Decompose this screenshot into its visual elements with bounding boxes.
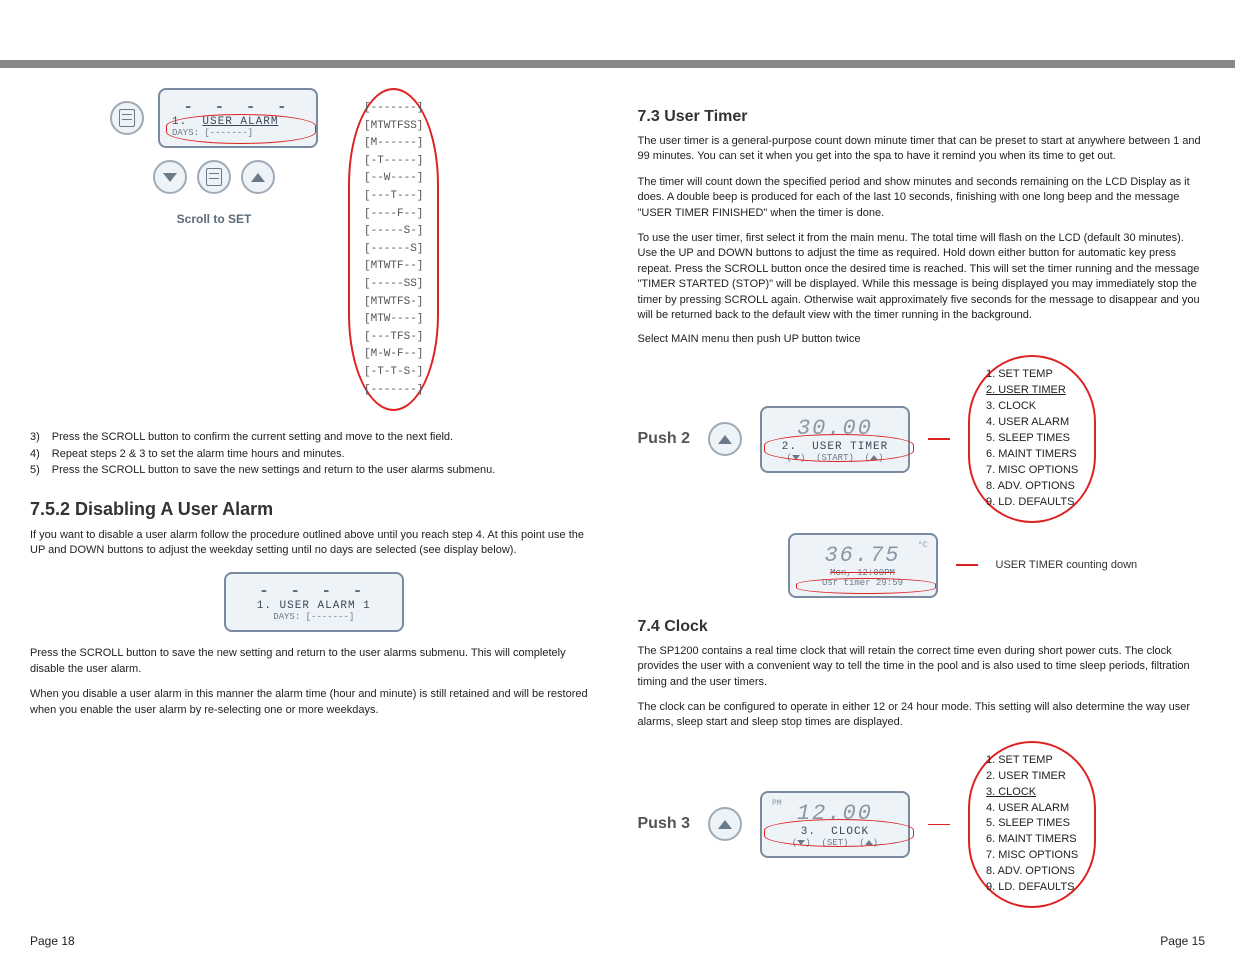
left-column: - - - - 1. USER ALARM DAYS: [-------] Sc… [30, 88, 598, 918]
para-73c: To use the user timer, first select it f… [638, 231, 1206, 323]
day-option: [-------] [364, 100, 423, 118]
chevron-up-icon [718, 435, 732, 444]
page-left: Page 18 [30, 934, 75, 948]
heading-74: 7.4 Clock [638, 618, 1206, 636]
para-74b: The clock can be configured to operate i… [638, 700, 1206, 731]
menu-item: 1. SET TEMP [986, 753, 1078, 769]
menu-item: 2. USER TIMER [986, 383, 1078, 399]
step-num: 3) [30, 429, 40, 446]
step-row: 5) Press the SCROLL button to save the ne… [30, 462, 598, 479]
lcd-disable-alarm: - - - - 1. USER ALARM 1 DAYS: [-------] [224, 572, 404, 632]
day-option: [-----SS] [364, 276, 423, 294]
temp-digits: 36.75 [802, 543, 924, 568]
heading-73: 7.3 User Timer [638, 108, 1206, 126]
day-option: [---T---] [364, 188, 423, 206]
chevron-up-icon [251, 173, 265, 182]
pm-label: PM [772, 799, 782, 808]
chevron-down-icon [163, 173, 177, 182]
para-73b: The timer will count down the specified … [638, 175, 1206, 221]
menu-item: 8. ADV. OPTIONS [986, 864, 1078, 880]
page-right: Page 15 [1160, 934, 1205, 948]
menu-item: 7. MISC OPTIONS [986, 463, 1078, 479]
day-option: [MTWTFS-] [364, 294, 423, 312]
lcd-user-alarm: - - - - 1. USER ALARM DAYS: [-------] [158, 88, 318, 148]
chevron-up-icon [718, 820, 732, 829]
page-footer: Page 18 Page 15 [0, 928, 1235, 966]
menu-item: 3. CLOCK [986, 399, 1078, 415]
para-74a: The SP1200 contains a real time clock th… [638, 644, 1206, 690]
menu-item: 5. SLEEP TIMES [986, 816, 1078, 832]
menu-item: 6. MAINT TIMERS [986, 447, 1078, 463]
day-option: [MTWTF--] [364, 258, 423, 276]
lcd-countdown: 36.75 °C Mon, 12:00PM Usr timer 29:59 [788, 533, 938, 598]
step-row: 4) Repeat steps 2 & 3 to set the alarm ti… [30, 446, 598, 463]
scroll-button[interactable] [197, 160, 231, 194]
menu-item: 7. MISC OPTIONS [986, 848, 1078, 864]
menu-item: 4. USER ALARM [986, 801, 1078, 817]
step-text: Repeat steps 2 & 3 to set the alarm time… [52, 446, 345, 463]
day-option: [-T-----] [364, 153, 423, 171]
para-752b: Press the SCROLL button to save the new … [30, 646, 598, 677]
step-text: Press the SCROLL button to confirm the c… [52, 429, 453, 446]
lcd-user-timer: 30.00 2. USER TIMER () (START) () [760, 406, 910, 473]
up-button[interactable] [708, 422, 742, 456]
para-752a: If you want to disable a user alarm foll… [30, 528, 598, 559]
page-content: - - - - 1. USER ALARM DAYS: [-------] Sc… [0, 68, 1235, 928]
select-main-label: Select MAIN menu then push UP button twi… [638, 333, 1206, 345]
lcd-line1: 1. USER ALARM 1 [238, 600, 390, 612]
right-column: 7.3 User Timer The user timer is a gener… [638, 88, 1206, 918]
lcd-clock: PM 12.00 3. CLOCK () (SET) () [760, 791, 910, 858]
para-752c: When you disable a user alarm in this ma… [30, 687, 598, 718]
day-option: [-------] [364, 382, 423, 400]
menu-item: 9. LD. DEFAULTS [986, 495, 1078, 511]
button-row [153, 160, 275, 194]
day-option: [-----S-] [364, 223, 423, 241]
menu-list-2: 1. SET TEMP2. USER TIMER3. CLOCK4. USER … [968, 741, 1096, 908]
day-option: [MTW----] [364, 311, 423, 329]
scroll-icon [110, 101, 144, 135]
push2-label: Push 2 [638, 430, 690, 448]
menu-item: 2. USER TIMER [986, 769, 1078, 785]
lcd-dashes: - - - - [238, 582, 390, 600]
menu-item: 1. SET TEMP [986, 367, 1078, 383]
countdown-label: USER TIMER counting down [996, 559, 1138, 571]
step-text: Press the SCROLL button to save the new … [52, 462, 496, 479]
day-option: [----F--] [364, 206, 423, 224]
heading-752: 7.5.2 Disabling A User Alarm [30, 499, 598, 520]
days-options-list: [-------][MTWTFSS][M------][-T-----][--W… [348, 88, 439, 411]
day-option: [--W----] [364, 170, 423, 188]
push3-label: Push 3 [638, 815, 690, 833]
menu-item: 4. USER ALARM [986, 415, 1078, 431]
day-option: [M------] [364, 135, 423, 153]
step-num: 4) [30, 446, 40, 463]
day-option: [-T-T-S-] [364, 364, 423, 382]
up-button[interactable] [708, 807, 742, 841]
step-num: 5) [30, 462, 40, 479]
menu-list-1: 1. SET TEMP2. USER TIMER3. CLOCK4. USER … [968, 355, 1096, 522]
menu-item: 6. MAINT TIMERS [986, 832, 1078, 848]
date-time: Mon, 12:00PM [802, 568, 924, 578]
step-row: 3) Press the SCROLL button to confirm the… [30, 429, 598, 446]
menu-item: 3. CLOCK [986, 785, 1078, 801]
day-option: [------S] [364, 241, 423, 259]
menu-item: 9. LD. DEFAULTS [986, 880, 1078, 896]
menu-item: 5. SLEEP TIMES [986, 431, 1078, 447]
up-button[interactable] [241, 160, 275, 194]
steps-list: 3) Press the SCROLL button to confirm the… [30, 429, 598, 479]
menu-item: 8. ADV. OPTIONS [986, 479, 1078, 495]
lcd-line2: DAYS: [-------] [238, 612, 390, 622]
day-option: [M-W-F--] [364, 346, 423, 364]
scroll-to-set-label: Scroll to SET [177, 212, 252, 226]
day-option: [---TFS-] [364, 329, 423, 347]
day-option: [MTWTFSS] [364, 118, 423, 136]
down-button[interactable] [153, 160, 187, 194]
para-73a: The user timer is a general-purpose coun… [638, 134, 1206, 165]
scroll-icon [206, 168, 222, 186]
